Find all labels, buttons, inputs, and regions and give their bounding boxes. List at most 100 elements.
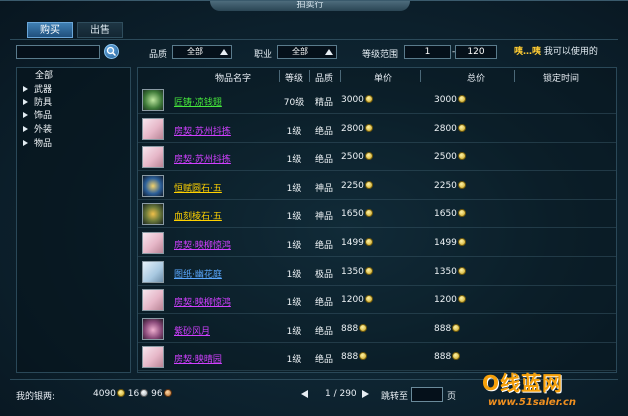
deed-scroll-icon [142, 117, 164, 140]
expand-arrow-icon [23, 99, 28, 105]
item-name[interactable]: 房契·映柳惊鸿 [174, 238, 231, 251]
table-row[interactable]: 恒赋圆石·五 1级 神品 2250 2250 [138, 172, 616, 200]
usable-filter[interactable]: 咦…咦 我可以使用的 [514, 44, 598, 57]
page-indicator: 1 / 290 [325, 389, 357, 399]
unit-price-value: 1650 [341, 209, 364, 220]
item-total-price: 1350 [434, 266, 466, 277]
quality-select-value: 全部 [187, 47, 203, 56]
unit-price-value: 2500 [341, 152, 364, 163]
sidebar-item-weapons[interactable]: 武器 [23, 84, 52, 97]
item-unit-price: 1499 [341, 238, 373, 248]
gold-coin-icon [457, 238, 466, 246]
total-price-value: 888 [434, 352, 452, 363]
gold-coin-icon [364, 238, 373, 246]
item-total-price: 2250 [434, 180, 466, 191]
item-total-price: 1499 [434, 238, 466, 248]
table-row[interactable]: 房契·苏州抖拣 1级 绝品 2800 2800 [138, 115, 616, 143]
item-unit-price: 3000 [341, 95, 373, 105]
jump-suffix: 页 [447, 392, 457, 402]
item-quality: 绝品 [314, 326, 333, 337]
class-select[interactable]: 全部 [277, 45, 337, 59]
gold-coin-icon [364, 180, 373, 189]
sidebar-item-all[interactable]: 全部 [35, 70, 53, 83]
total-price-value: 1350 [434, 266, 457, 277]
header-quality[interactable]: 品质 [311, 71, 337, 84]
table-row[interactable]: 血刻棱石·五 1级 神品 1650 1650 [138, 200, 616, 229]
class-label: 职业 [254, 50, 273, 60]
item-quality: 绝品 [314, 241, 333, 251]
item-quality: 绝品 [314, 126, 333, 137]
item-name[interactable]: 房契·映柳惊鸿 [174, 295, 231, 308]
class-select-value: 全部 [292, 47, 308, 56]
table-row[interactable]: 房契·映柳惊鸿 1级 绝品 1200 1200 [138, 286, 616, 315]
deed-scroll-icon [142, 289, 164, 312]
sidebar-item-armor[interactable]: 防具 [23, 97, 52, 110]
money-copper: 96 [151, 389, 163, 399]
unit-price-value: 888 [341, 323, 359, 334]
item-name[interactable]: 紫砂风月 [174, 324, 210, 337]
total-price-value: 2500 [434, 152, 457, 163]
table-row[interactable]: 匠铸·凉钱翅 70级 精品 3000 3000 [138, 86, 616, 114]
item-level: 1级 [286, 298, 302, 309]
gold-coin-icon [364, 209, 373, 218]
auction-window: 拍卖行 购买 出售 品质 全部 职业 全部 等级范围 1 - 120 咦…咦 我… [0, 0, 628, 416]
unit-price-value: 2250 [341, 180, 364, 191]
sidebar-item-appearance[interactable]: 外装 [23, 124, 52, 137]
item-quality: 极品 [314, 269, 333, 280]
tab-buy[interactable]: 购买 [27, 22, 73, 38]
sidebar-item-accessories[interactable]: 饰品 [23, 110, 52, 123]
unit-price-value: 2800 [341, 123, 364, 134]
watermark-url: www.51saler.cn [488, 397, 577, 408]
jump-page-input[interactable] [411, 387, 443, 402]
item-name[interactable]: 恒赋圆石·五 [174, 181, 222, 194]
item-level: 1级 [286, 155, 302, 166]
item-name[interactable]: 血刻棱石·五 [174, 209, 222, 222]
level-range-label: 等级范围 [362, 50, 399, 60]
table-row[interactable]: 房契·映柳惊鸿 1级 绝品 1499 1499 [138, 229, 616, 257]
item-total-price: 1200 [434, 295, 466, 305]
level-max-input[interactable]: 120 [455, 45, 497, 59]
item-name[interactable]: 房契·苏州抖拣 [174, 152, 231, 165]
item-name[interactable]: 图纸·幽花庭 [174, 267, 222, 280]
tab-sell[interactable]: 出售 [77, 22, 123, 38]
quality-select[interactable]: 全部 [172, 45, 232, 59]
header-item-name[interactable]: 物品名字 [188, 71, 278, 84]
expand-arrow-icon [23, 126, 28, 132]
unit-price-value: 1350 [341, 266, 364, 277]
header-total-price[interactable]: 总价 [456, 71, 496, 84]
blueprint-icon [142, 260, 164, 283]
gold-coin-icon [364, 95, 373, 103]
level-min-input[interactable]: 1 [404, 45, 451, 59]
next-page-icon[interactable] [362, 390, 369, 398]
header-unit-price[interactable]: 单价 [363, 71, 403, 84]
gold-coin-icon [457, 95, 466, 103]
item-total-price: 2800 [434, 123, 466, 134]
total-price-value: 1200 [434, 295, 457, 306]
item-name[interactable]: 房契·苏州抖拣 [174, 124, 231, 137]
search-input[interactable] [16, 45, 100, 59]
prev-page-icon[interactable] [301, 390, 308, 398]
watermark-logo: O线蓝网 [482, 371, 564, 395]
item-quality: 绝品 [314, 155, 333, 166]
unit-price-value: 3000 [341, 95, 364, 105]
sidebar-item-label: 武器 [34, 85, 53, 95]
header-level[interactable]: 等级 [281, 71, 307, 84]
table-row[interactable]: 房契·苏州抖拣 1级 绝品 2500 2500 [138, 143, 616, 172]
column-divider [309, 70, 310, 82]
triangle-up-icon [325, 49, 333, 55]
total-price-value: 1650 [434, 209, 457, 220]
item-name[interactable]: 房契·映晴园 [174, 352, 222, 365]
search-button[interactable] [104, 44, 119, 59]
table-row[interactable]: 图纸·幽花庭 1级 极品 1350 1350 [138, 258, 616, 286]
header-lock-time[interactable]: 锁定时间 [531, 71, 591, 84]
item-level: 1级 [286, 126, 302, 137]
table-row[interactable]: 紫砂风月 1级 绝品 888 888 [138, 315, 616, 343]
sidebar-item-label: 外装 [34, 125, 53, 135]
sidebar-item-items[interactable]: 物品 [23, 138, 52, 151]
item-unit-price: 888 [341, 352, 368, 362]
item-name[interactable]: 匠铸·凉钱翅 [174, 95, 222, 108]
column-divider [340, 70, 341, 82]
total-price-value: 2250 [434, 180, 457, 191]
window-title: 拍卖行 [210, 1, 410, 11]
item-total-price: 1650 [434, 209, 466, 219]
